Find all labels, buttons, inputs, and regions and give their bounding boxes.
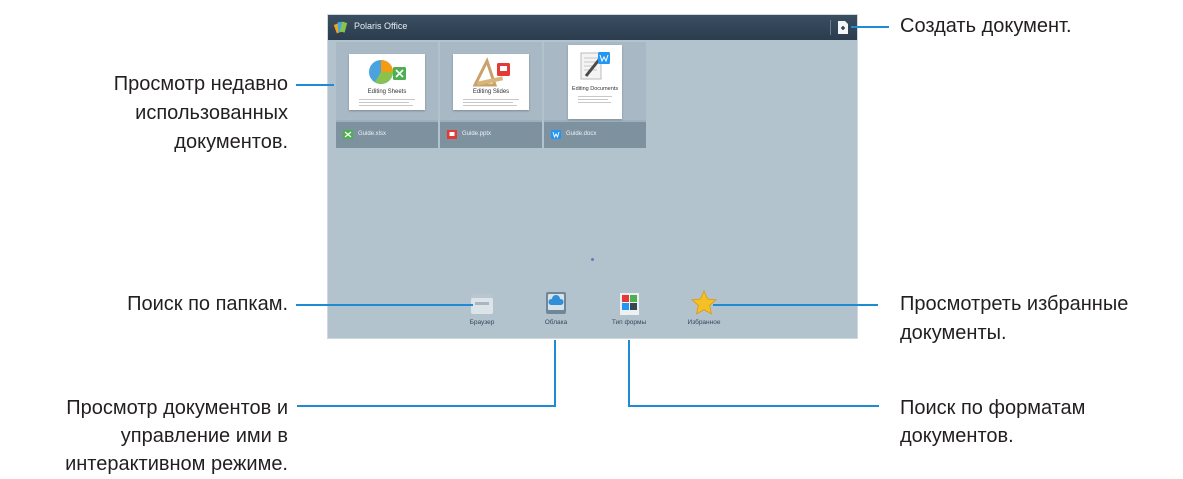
document-footer: Guide.pptx [440, 122, 542, 148]
dock-browser[interactable]: Браузер [452, 289, 512, 326]
callout-line-formats-h [628, 405, 879, 407]
recent-document-card[interactable]: Editing Sheets Guide.xlsx [336, 42, 438, 148]
document-file-name: Guide.pptx [462, 131, 492, 137]
title-bar-divider [830, 20, 831, 35]
pie-chart-icon [369, 60, 406, 84]
document-footer: Guide.docx [544, 122, 646, 148]
callout-line-formats-v [628, 340, 630, 407]
callout-text: Поиск по форматам [900, 397, 1086, 419]
thumbnail-caption: Editing Sheets [367, 89, 407, 95]
star-icon [691, 290, 717, 315]
callout-text: управление ими в [120, 425, 288, 447]
title-bar: Polaris Office [328, 15, 857, 40]
excel-icon [343, 130, 353, 139]
callout-line-create [851, 26, 889, 28]
document-footer: Guide.xlsx [336, 122, 438, 148]
app-title: Polaris Office [354, 21, 408, 31]
callout-line-folders [296, 304, 473, 306]
dock-label: Тип формы [611, 319, 647, 326]
callout-text: документы. [900, 322, 1007, 344]
callout-line-favorites [713, 304, 878, 306]
polaris-logo-icon [334, 21, 348, 34]
document-file-name: Guide.xlsx [358, 131, 387, 137]
document-thumbnail: Editing Sheets [336, 42, 438, 120]
thumbnail-caption: Editing Documents [571, 86, 619, 92]
callout-create-document: Создать документ. [900, 14, 1072, 38]
dock-favorites[interactable]: Избранное [674, 289, 734, 326]
callout-browse-folders: Поиск по папкам. [127, 292, 288, 316]
dock-cloud[interactable]: Облака [526, 289, 586, 326]
callout-text: интерактивном режиме. [65, 453, 288, 475]
page-indicator [591, 258, 594, 261]
callout-text: документов. [174, 131, 288, 153]
dock-label: Браузер [469, 319, 495, 326]
thumbnail-caption: Editing Slides [472, 89, 510, 95]
callout-formats: Поиск по форматам документов. [900, 396, 1085, 448]
dock-label: Избранное [687, 319, 721, 326]
document-thumbnail: Editing Slides [440, 42, 542, 120]
callout-text: Просмотреть избранные [900, 293, 1129, 315]
powerpoint-icon [447, 130, 457, 139]
callout-favorites: Просмотреть избранные документы. [900, 292, 1128, 345]
callout-line-cloud-v [554, 340, 556, 407]
thumbnail-page: Editing Sheets [349, 54, 425, 110]
document-thumbnail: Editing Documents [544, 42, 646, 120]
document-file-name: Guide.docx [566, 131, 597, 137]
word-icon [551, 130, 561, 139]
callout-text: Создать документ. [900, 15, 1072, 37]
new-document-button[interactable] [836, 20, 850, 35]
polaris-office-screen: Polaris Office Editing Sheets Guide.xlsx… [327, 14, 858, 339]
folder-icon [471, 294, 493, 314]
callout-text: Просмотр документов и [66, 397, 288, 419]
cloud-icon [546, 292, 566, 314]
thumbnail-page: Editing Slides [453, 54, 529, 110]
recent-document-card[interactable]: Editing Slides Guide.pptx [440, 42, 542, 148]
document-types-icon [620, 293, 639, 315]
callout-text: использованных [135, 102, 288, 124]
dock-label: Облака [544, 319, 568, 326]
bottom-dock: Браузер Облака Тип формы Избранное [328, 285, 857, 340]
pen-and-paper-icon [580, 52, 610, 80]
dock-document-types[interactable]: Тип формы [599, 289, 659, 326]
drawing-tools-icon [472, 57, 510, 87]
callout-recent-documents: Просмотр недавно использованных документ… [114, 72, 288, 154]
callout-text: документов. [900, 425, 1014, 447]
callout-text: Поиск по папкам. [127, 293, 288, 315]
callout-line-recent [296, 84, 334, 86]
callout-line-cloud-h [297, 405, 556, 407]
callout-cloud: Просмотр документов и управление ими в и… [65, 396, 288, 476]
thumbnail-page: Editing Documents [568, 45, 622, 119]
callout-text: Просмотр недавно [113, 73, 288, 95]
recent-document-card[interactable]: Editing Documents Guide.docx [544, 42, 646, 148]
